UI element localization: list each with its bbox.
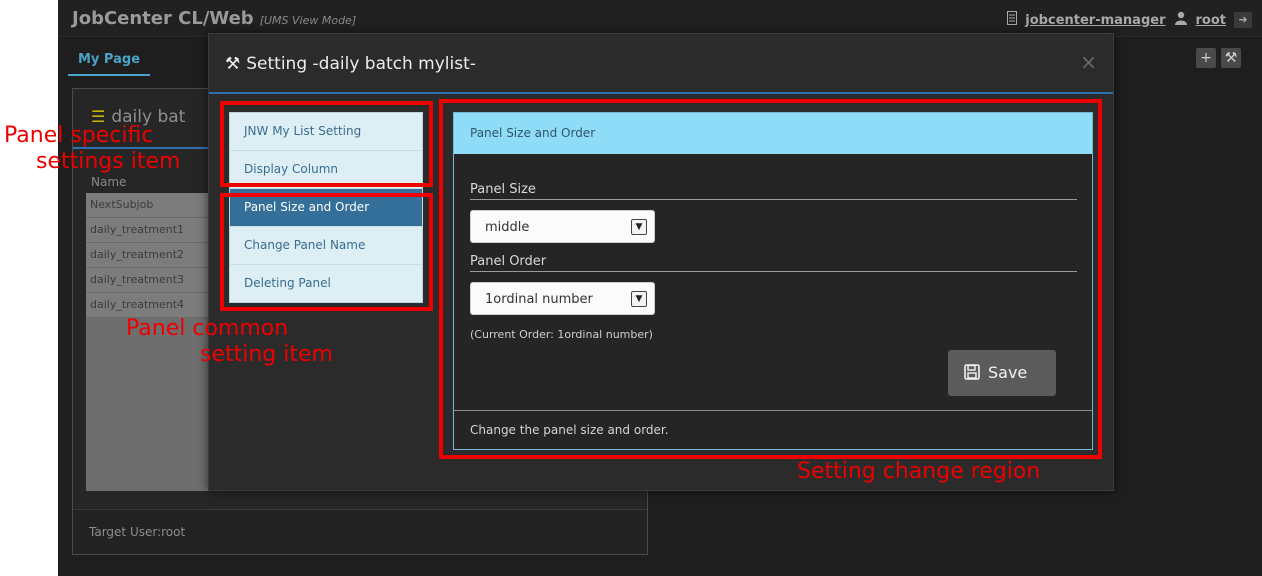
dialog-title: ⚒ Setting -daily batch mylist-: [225, 54, 476, 74]
panel-footer: Target User:root: [73, 509, 647, 554]
user-link[interactable]: root: [1196, 13, 1227, 28]
callout-panel-common: [220, 193, 433, 311]
close-icon[interactable]: ×: [1080, 50, 1097, 74]
top-bar: JobCenter CL/Web [UMS View Mode] jobcente…: [58, 0, 1262, 37]
callout-setting-region: [439, 99, 1102, 459]
wrench-icon: ⚒: [225, 54, 241, 74]
wrench-icon: ⚒: [1224, 50, 1238, 66]
user-area: jobcenter-manager root ➜: [1007, 11, 1252, 29]
server-icon: [1007, 11, 1018, 29]
add-panel-button[interactable]: +: [1196, 48, 1216, 68]
tab-my-page[interactable]: My Page: [68, 50, 151, 76]
callout-panel-specific: [220, 101, 433, 187]
column-header-name: Name: [91, 175, 127, 189]
logout-icon[interactable]: ➜: [1234, 12, 1252, 28]
annotation-specific-line2: settings item: [36, 149, 181, 174]
annotation-setting-region: Setting change region: [797, 459, 1041, 484]
manager-link[interactable]: jobcenter-manager: [1025, 13, 1165, 28]
annotation-common-line2: setting item: [200, 342, 333, 367]
plus-icon: +: [1200, 50, 1212, 66]
view-mode-label: [UMS View Mode]: [259, 14, 357, 27]
app-title: JobCenter CL/Web [UMS View Mode]: [72, 8, 357, 29]
settings-button[interactable]: ⚒: [1221, 48, 1241, 68]
user-icon: [1174, 11, 1188, 29]
dialog-header: ⚒ Setting -daily batch mylist- ×: [209, 34, 1113, 94]
annotation-common-line1: Panel common: [126, 316, 289, 341]
annotation-specific-line1: Panel specific: [4, 123, 154, 148]
